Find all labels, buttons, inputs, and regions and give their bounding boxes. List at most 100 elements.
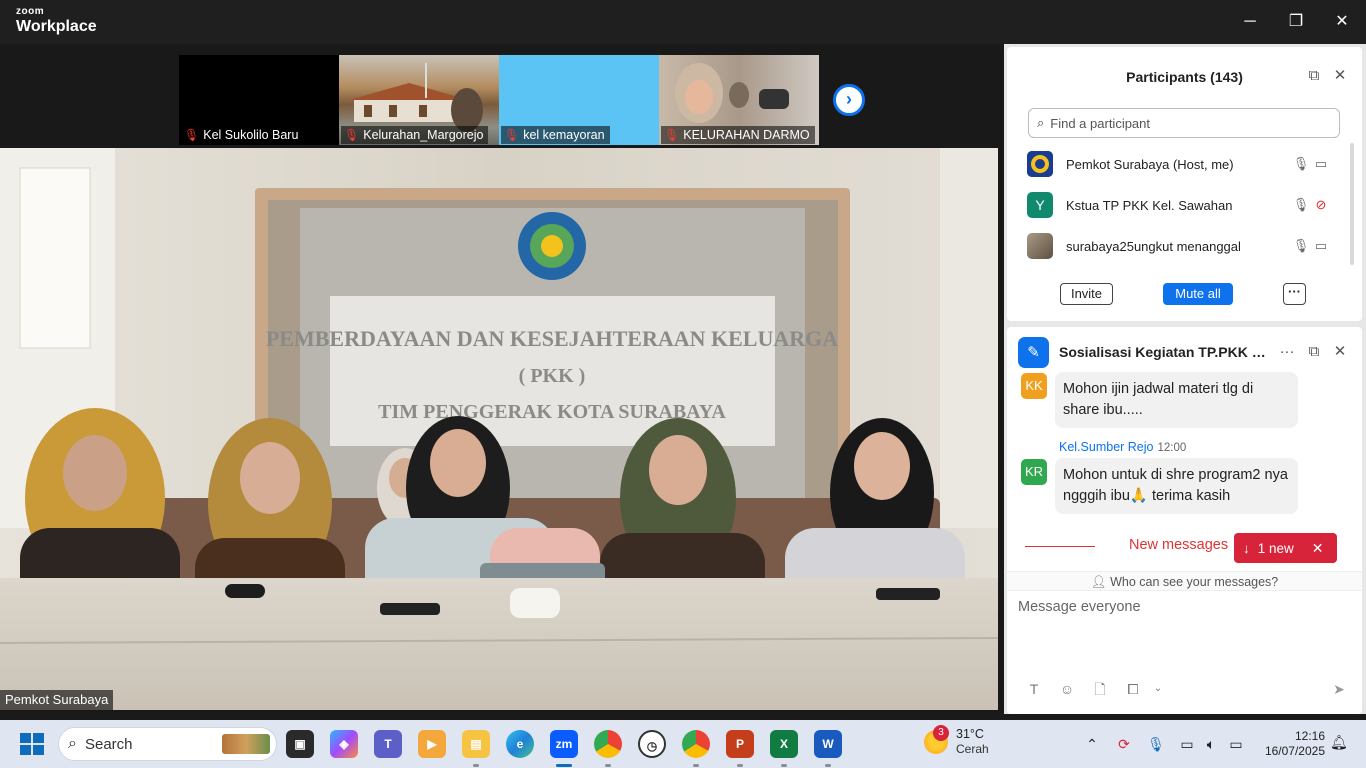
speaker-icon[interactable]: 🔈︎ [1201, 734, 1221, 754]
arrow-down-icon: ↓ [1243, 540, 1250, 556]
clock-app-icon[interactable]: ◷ [638, 730, 666, 758]
video-thumbnail[interactable]: 🎙︎ KELURAHAN DARMO [659, 55, 819, 145]
video-thumbnail[interactable]: 🎙︎ Kel Sukolilo Baru [179, 55, 339, 145]
message-meta: Kel.Sumber Rejo 12:00 [1059, 440, 1186, 454]
side-panel: Participants (143) ⧉ ✕ ⌕ Pemkot Surabaya… [1004, 44, 1366, 714]
word-icon[interactable]: W [814, 730, 842, 758]
media-player-icon[interactable]: ▶ [418, 730, 446, 758]
thumbnail-name: Kel Sukolilo Baru [203, 128, 299, 142]
battery-icon[interactable]: ▭ [1226, 734, 1246, 754]
new-messages-button[interactable]: ↓ 1 new ✕ [1234, 533, 1337, 563]
zoom-icon[interactable]: zm [550, 730, 578, 758]
temperature: 31°C [956, 727, 984, 741]
participant-search: ⌕ [1028, 108, 1340, 138]
participant-search-input[interactable] [1050, 115, 1311, 131]
running-indicator [781, 764, 787, 767]
new-count: 1 new [1257, 540, 1294, 556]
participant-name: surabaya25ungkut menanggal [1066, 238, 1241, 254]
restore-icon[interactable]: ❐ [1282, 8, 1310, 36]
emoji-icon[interactable]: ☺ [1057, 679, 1077, 699]
chevron-up-icon[interactable]: ⌃ [1082, 734, 1102, 754]
taskbar: ⌕ Search ▣ ◈ T ▶ ▤ e zm ◷ P X W 3 31°C C [0, 720, 1366, 768]
new-messages-label: New messages [1129, 537, 1229, 553]
running-indicator [693, 764, 699, 767]
clock-time: 12:16 [1294, 729, 1325, 743]
teams-icon[interactable]: T [374, 730, 402, 758]
avatar: Y [1027, 192, 1053, 218]
active-app-indicator [556, 764, 572, 767]
running-indicator [737, 764, 743, 767]
sun-icon: 3 [924, 725, 949, 754]
message-sender[interactable]: Kel.Sumber Rejo [1059, 440, 1154, 454]
microphone-icon[interactable]: 🎙︎ [1291, 238, 1311, 254]
more-icon[interactable]: ··· [1278, 343, 1296, 361]
video-camera-icon[interactable]: ▭ [1311, 238, 1331, 254]
chat-message[interactable]: Mohon untuk di shre program2 nya ngggih … [1055, 458, 1298, 514]
weather-widget[interactable]: 3 31°C Cerah [924, 725, 989, 757]
next-page-button[interactable]: › [833, 84, 865, 116]
microphone-icon[interactable]: 🎙︎ [1291, 197, 1311, 213]
send-icon[interactable]: ➤ [1329, 679, 1349, 699]
chevron-down-icon[interactable]: ⌄ [1148, 679, 1168, 699]
display-icon[interactable]: ▭ [1177, 734, 1197, 754]
start-button[interactable] [20, 733, 44, 755]
participants-scrollbar[interactable] [1350, 143, 1354, 265]
mic-muted-icon: 🎙︎ [184, 128, 200, 142]
chrome-profile-icon[interactable] [682, 730, 710, 758]
mic-muted-icon: 🎙︎ [344, 128, 360, 142]
pop-out-icon[interactable]: ⧉ [1305, 343, 1323, 361]
close-panel-icon[interactable]: ✕ [1331, 67, 1349, 85]
notification-icon[interactable]: 🔔︎ [1330, 734, 1348, 752]
video-thumbnail[interactable]: 🎙︎ kel kemayoran [499, 55, 659, 145]
weather-badge: 3 [933, 725, 949, 741]
file-icon[interactable]: 🗋︎ [1090, 679, 1110, 699]
close-panel-icon[interactable]: ✕ [1331, 343, 1349, 361]
powerpoint-icon[interactable]: P [726, 730, 754, 758]
message-input[interactable] [1018, 599, 1348, 615]
dismiss-icon[interactable]: ✕ [1312, 540, 1324, 557]
edge-icon[interactable]: e [506, 730, 534, 758]
participant-row[interactable]: Y Kstua TP PKK Kel. Sawahan 🎙︎ ⊘ [1027, 186, 1347, 224]
invite-button[interactable]: Invite [1060, 283, 1113, 305]
pop-out-icon[interactable]: ⧉ [1305, 67, 1323, 85]
system-clock[interactable]: 12:16 16/07/2025 [1253, 729, 1325, 759]
search-icon: ⌕ [1037, 115, 1045, 130]
text-format-icon[interactable]: T [1024, 679, 1044, 699]
sync-icon[interactable]: ⟳ [1114, 734, 1134, 754]
microphone-icon[interactable]: 🎙︎ [1146, 734, 1166, 754]
chat-message[interactable]: Mohon ijin jadwal materi tlg di share ib… [1055, 372, 1298, 428]
screenshot-icon[interactable]: ⧠ [1123, 679, 1143, 699]
video-camera-icon[interactable]: ▭ [1311, 156, 1331, 172]
thumbnail-name: Kelurahan_Margorejo [363, 128, 484, 142]
participants-panel: Participants (143) ⧉ ✕ ⌕ Pemkot Surabaya… [1007, 47, 1362, 321]
file-explorer-icon[interactable]: ▤ [462, 730, 490, 758]
participant-name: Kstua TP PKK Kel. Sawahan [1066, 197, 1233, 213]
more-options-button[interactable]: ··· [1283, 283, 1306, 305]
microphone-icon[interactable]: 🎙︎ [1291, 156, 1311, 172]
windows-logo-tile [20, 745, 31, 755]
taskbar-search-label: Search [84, 735, 133, 753]
banner-line-1: PEMBERDAYAAN DAN KESEJAHTERAAN KELUARGA [266, 326, 838, 351]
mic-muted-icon: 🎙︎ [504, 128, 520, 142]
chat-edit-icon: ✎ [1018, 337, 1049, 368]
chrome-icon[interactable] [594, 730, 622, 758]
taskbar-search[interactable]: ⌕ Search [58, 727, 277, 761]
message-visibility-link[interactable]: 👤︎ Who can see your messages? [1007, 571, 1362, 591]
copilot-icon[interactable]: ◈ [330, 730, 358, 758]
minimize-icon[interactable]: ─ [1236, 8, 1264, 36]
excel-icon[interactable]: X [770, 730, 798, 758]
thumbnail-label: 🎙︎ Kel Sukolilo Baru [181, 126, 304, 144]
windows-logo-tile [20, 733, 31, 743]
task-view-icon[interactable]: ▣ [286, 730, 314, 758]
brand-bottom: Workplace [16, 18, 97, 35]
participant-row[interactable]: Pemkot Surabaya (Host, me) 🎙︎ ▭ [1027, 145, 1347, 183]
active-speaker-video: PEMBERDAYAAN DAN KESEJAHTERAAN KELUARGA … [0, 148, 998, 710]
thumbnail-label: 🎙︎ kel kemayoran [501, 126, 610, 144]
visibility-text: Who can see your messages? [1110, 575, 1279, 589]
participant-row[interactable]: surabaya25ungkut menanggal 🎙︎ ▭ [1027, 227, 1347, 265]
close-window-icon[interactable]: ✕ [1328, 8, 1356, 36]
video-thumbnail[interactable]: 🎙︎ Kelurahan_Margorejo [339, 55, 499, 145]
chat-header: ✎ Sosialisasi Kegiatan TP.PKK Kota... ··… [1007, 327, 1362, 377]
mute-all-button[interactable]: Mute all [1163, 283, 1233, 305]
video-camera-off-icon[interactable]: ⊘ [1311, 197, 1331, 213]
